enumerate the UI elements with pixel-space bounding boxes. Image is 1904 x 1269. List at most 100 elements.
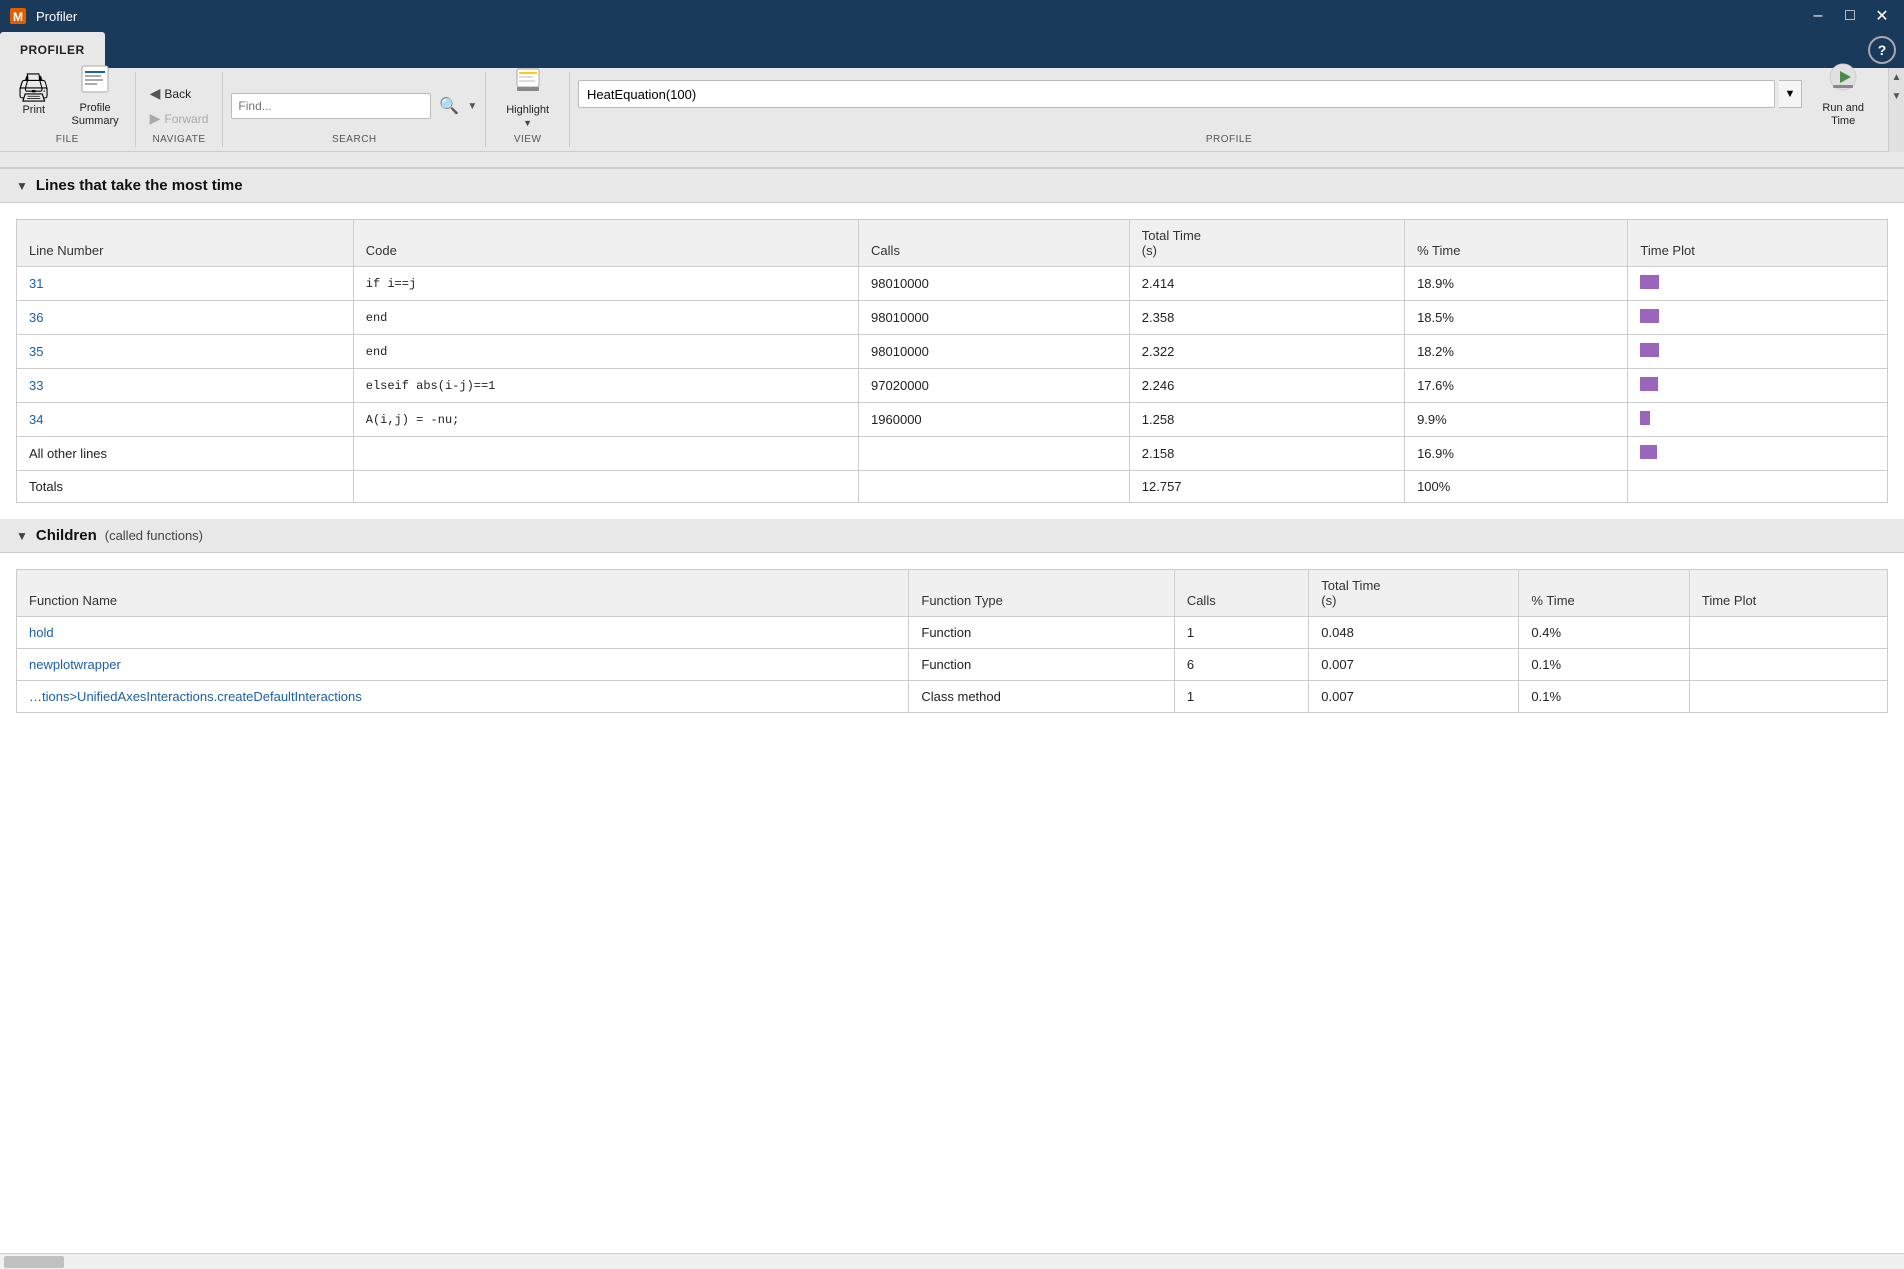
fn-pct-time-cell: 0.1% <box>1519 681 1689 713</box>
totals-calls <box>859 471 1130 503</box>
profile-summary-svg <box>79 63 111 95</box>
fn-time-bar-cell <box>1689 681 1887 713</box>
children-section-header[interactable]: ▼ Children (called functions) <box>0 519 1904 553</box>
col-total-time: Total Time(s) <box>1129 220 1404 267</box>
code-cell: A(i,j) = -nu; <box>353 403 858 437</box>
time-bar-cell <box>1628 403 1888 437</box>
ribbon-toolbar: 🖨 Print Profile Summary <box>0 68 1888 152</box>
fn-name-cell[interactable]: …tions>UnifiedAxesInteractions.createDef… <box>17 681 909 713</box>
profile-group-label: PROFILE <box>1206 132 1252 147</box>
fn-total-time-cell: 0.007 <box>1309 649 1519 681</box>
pct-time-cell: 9.9% <box>1405 403 1628 437</box>
fn-time-bar-cell <box>1689 617 1887 649</box>
profile-input[interactable] <box>578 80 1774 108</box>
calls-cell: 97020000 <box>859 369 1130 403</box>
col-fn-total-time: Total Time(s) <box>1309 570 1519 617</box>
time-bar-cell <box>1628 301 1888 335</box>
table-row: 34 A(i,j) = -nu; 1960000 1.258 9.9% <box>17 403 1888 437</box>
run-and-time-button[interactable]: Run and Time <box>1806 57 1880 132</box>
ribbon-area: 🖨 Print Profile Summary <box>0 68 1904 152</box>
back-label: Back <box>164 87 191 101</box>
forward-button[interactable]: ▶ Forward <box>144 107 215 130</box>
profile-dropdown-button[interactable]: ▼ <box>1779 80 1803 108</box>
col-fn-calls: Calls <box>1174 570 1308 617</box>
profile-summary-button[interactable]: Profile Summary <box>64 59 127 132</box>
highlight-svg <box>513 65 543 95</box>
fn-pct-time-cell: 0.1% <box>1519 649 1689 681</box>
window-controls: – □ ✕ <box>1804 2 1896 30</box>
col-time-plot: Time Plot <box>1628 220 1888 267</box>
highlight-dropdown-arrow: ▼ <box>523 118 532 128</box>
other-time: 2.158 <box>1129 437 1404 471</box>
most-time-table: Line Number Code Calls Total Time(s) % T… <box>16 219 1888 503</box>
search-dropdown-button[interactable]: ▼ <box>467 101 477 112</box>
highlight-icon <box>513 65 543 102</box>
section-labels-bar: FILE NAVIGATE SEARCH VIEW PROFILE <box>0 152 1904 169</box>
totals-label: Totals <box>17 471 354 503</box>
most-time-header-row: Line Number Code Calls Total Time(s) % T… <box>17 220 1888 267</box>
maximize-button[interactable]: □ <box>1836 2 1864 30</box>
most-time-collapse-arrow: ▼ <box>16 179 28 193</box>
most-time-section-header[interactable]: ▼ Lines that take the most time <box>0 169 1904 203</box>
search-button[interactable]: 🔍 <box>435 94 463 118</box>
minimize-button[interactable]: – <box>1804 2 1832 30</box>
find-input[interactable] <box>231 93 431 119</box>
fn-calls-cell: 1 <box>1174 617 1308 649</box>
file-group: 🖨 Print Profile Summary <box>0 72 136 147</box>
time-bar-cell <box>1628 267 1888 301</box>
totals-time: 12.757 <box>1129 471 1404 503</box>
forward-label: Forward <box>164 112 208 126</box>
children-collapse-arrow: ▼ <box>16 529 28 543</box>
fn-calls-cell: 6 <box>1174 649 1308 681</box>
run-icon-svg <box>1827 61 1859 93</box>
main-content: ▼ Lines that take the most time Line Num… <box>0 169 1904 1253</box>
search-group-label: SEARCH <box>332 132 377 147</box>
pct-time-cell: 17.6% <box>1405 369 1628 403</box>
fn-name-cell[interactable]: hold <box>17 617 909 649</box>
horizontal-scrollbar[interactable] <box>0 1253 1904 1269</box>
ribbon-scroll-down[interactable]: ▼ <box>1888 87 1904 106</box>
back-button[interactable]: ◀ Back <box>144 82 215 105</box>
fn-total-time-cell: 0.048 <box>1309 617 1519 649</box>
pct-time-cell: 18.9% <box>1405 267 1628 301</box>
col-pct-time: % Time <box>1405 220 1628 267</box>
table-row: 31 if i==j 98010000 2.414 18.9% <box>17 267 1888 301</box>
fn-calls-cell: 1 <box>1174 681 1308 713</box>
code-cell: end <box>353 335 858 369</box>
line-number-cell[interactable]: 35 <box>17 335 354 369</box>
print-button[interactable]: 🖨 Print <box>8 70 60 121</box>
time-bar-cell <box>1628 369 1888 403</box>
line-number-cell[interactable]: 33 <box>17 369 354 403</box>
total-time-cell: 1.258 <box>1129 403 1404 437</box>
children-title: Children <box>36 527 97 544</box>
other-pct: 16.9% <box>1405 437 1628 471</box>
app-icon: M <box>8 6 28 26</box>
total-time-cell: 2.322 <box>1129 335 1404 369</box>
fn-type-cell: Function <box>909 649 1174 681</box>
print-icon: 🖨 <box>16 74 52 102</box>
col-calls: Calls <box>859 220 1130 267</box>
children-table: Function Name Function Type Calls Total … <box>16 569 1888 713</box>
fn-name-cell[interactable]: newplotwrapper <box>17 649 909 681</box>
col-fn-name: Function Name <box>17 570 909 617</box>
ribbon-scroll-up[interactable]: ▲ <box>1888 68 1904 87</box>
total-time-cell: 2.358 <box>1129 301 1404 335</box>
pct-time-cell: 18.5% <box>1405 301 1628 335</box>
back-icon: ◀ <box>150 85 161 102</box>
col-fn-pct-time: % Time <box>1519 570 1689 617</box>
fn-pct-time-cell: 0.4% <box>1519 617 1689 649</box>
nav-buttons: ◀ Back ▶ Forward <box>144 82 215 130</box>
profile-summary-icon <box>79 63 111 100</box>
calls-cell: 98010000 <box>859 301 1130 335</box>
close-button[interactable]: ✕ <box>1868 2 1896 30</box>
fn-type-cell: Function <box>909 617 1174 649</box>
fn-time-bar-cell <box>1689 649 1887 681</box>
scrollbar-thumb <box>4 1256 64 1268</box>
line-number-cell[interactable]: 31 <box>17 267 354 301</box>
calls-cell: 1960000 <box>859 403 1130 437</box>
navigate-group: ◀ Back ▶ Forward NAVIGATE <box>136 72 224 147</box>
other-calls <box>859 437 1130 471</box>
line-number-cell[interactable]: 36 <box>17 301 354 335</box>
line-number-cell[interactable]: 34 <box>17 403 354 437</box>
highlight-button[interactable]: Highlight ▼ <box>494 61 561 132</box>
